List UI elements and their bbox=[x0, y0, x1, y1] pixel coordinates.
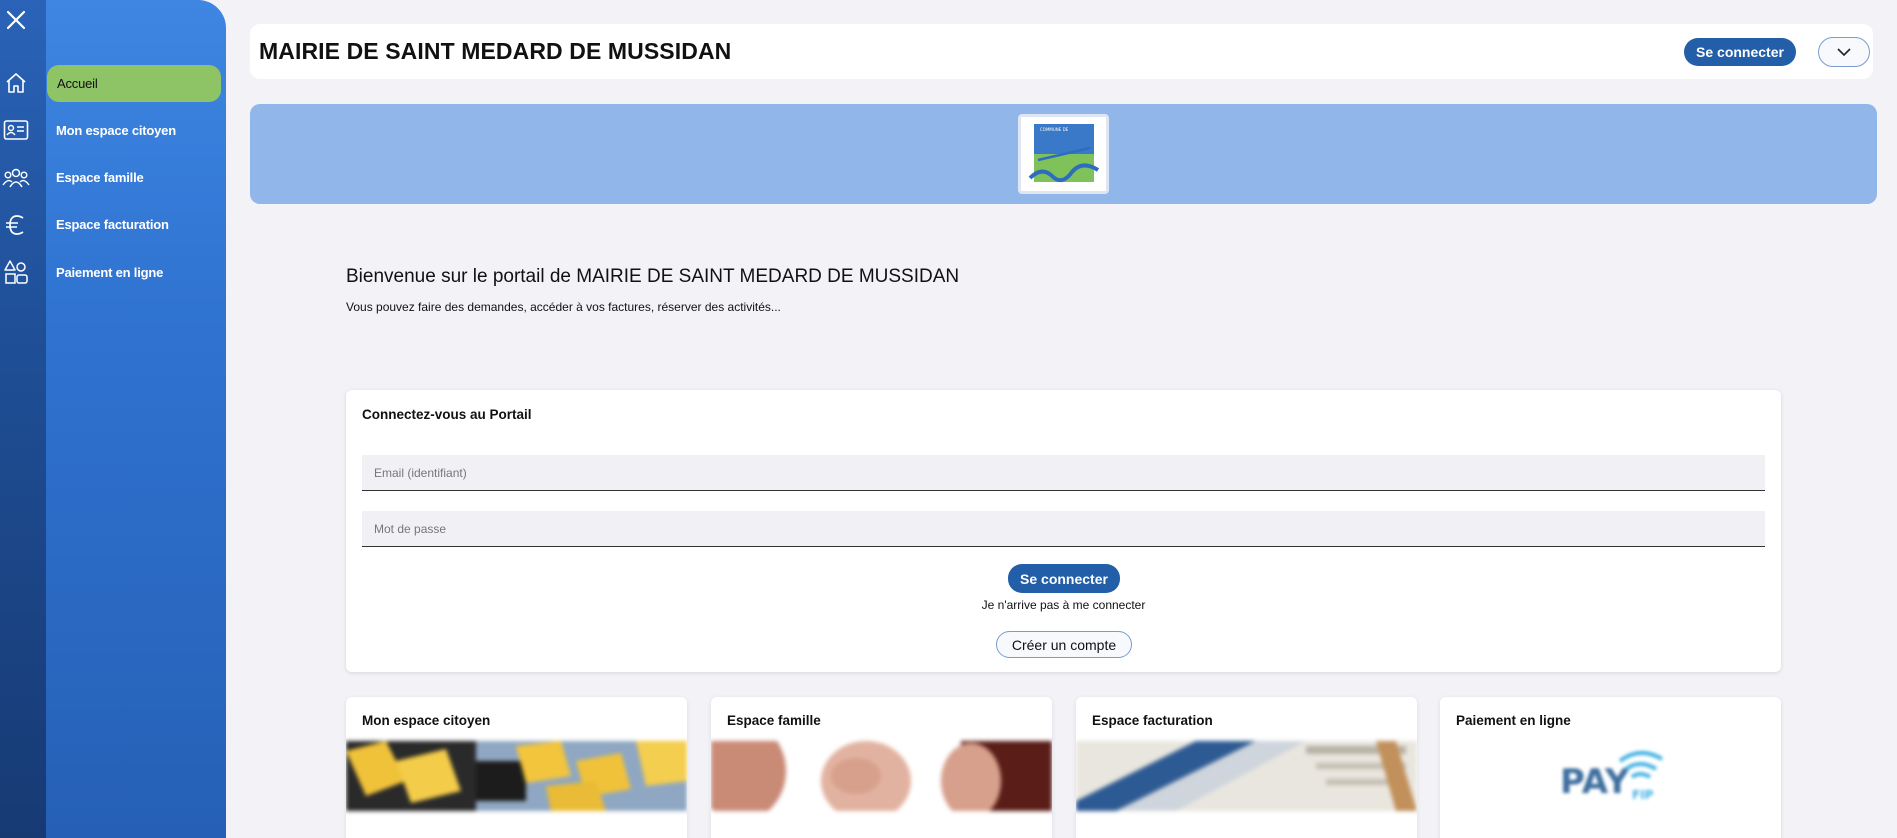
sidebar-item-label: Accueil bbox=[57, 76, 98, 91]
close-icon[interactable] bbox=[0, 4, 32, 36]
banner: COMMUNE DE bbox=[250, 104, 1877, 204]
tile-title: Espace facturation bbox=[1092, 713, 1213, 728]
sidebar-item-mon-espace-citoyen[interactable]: Mon espace citoyen bbox=[46, 112, 220, 149]
home-icon[interactable] bbox=[0, 67, 32, 99]
sidebar-item-label: Mon espace citoyen bbox=[56, 123, 176, 138]
login-card: Connectez-vous au Portail Se connecter J… bbox=[346, 390, 1781, 672]
tile-title: Espace famille bbox=[727, 713, 821, 728]
login-card-title: Connectez-vous au Portail bbox=[362, 407, 532, 422]
login-button[interactable]: Se connecter bbox=[1684, 38, 1796, 66]
tile-espace-famille[interactable]: Espace famille bbox=[711, 697, 1052, 838]
payfip-logo-icon: PAY FIP bbox=[1440, 741, 1781, 811]
tile-espace-facturation[interactable]: Espace facturation bbox=[1076, 697, 1417, 838]
sidebar-item-espace-facturation[interactable]: Espace facturation bbox=[46, 206, 220, 243]
page-title: MAIRIE DE SAINT MEDARD DE MUSSIDAN bbox=[259, 38, 732, 64]
welcome-title: Bienvenue sur le portail de MAIRIE DE SA… bbox=[346, 266, 960, 287]
municipality-logo-icon: COMMUNE DE bbox=[1018, 114, 1109, 194]
submit-login-button[interactable]: Se connecter bbox=[1008, 564, 1120, 593]
create-account-button[interactable]: Créer un compte bbox=[996, 631, 1132, 658]
euro-icon[interactable] bbox=[0, 209, 32, 241]
family-photo-image bbox=[711, 741, 1052, 811]
header-dropdown-button[interactable] bbox=[1818, 37, 1870, 67]
sidebar-icon-rail bbox=[0, 0, 46, 838]
envelopes-image bbox=[346, 741, 687, 811]
svg-text:COMMUNE DE: COMMUNE DE bbox=[1040, 127, 1069, 132]
welcome-subtitle: Vous pouvez faire des demandes, accéder … bbox=[346, 300, 781, 314]
tile-mon-espace-citoyen[interactable]: Mon espace citoyen bbox=[346, 697, 687, 838]
shapes-icon[interactable] bbox=[0, 256, 32, 288]
tile-paiement-en-ligne[interactable]: Paiement en ligne PAY FIP bbox=[1440, 697, 1781, 838]
id-card-icon[interactable] bbox=[0, 114, 32, 146]
top-header: MAIRIE DE SAINT MEDARD DE MUSSIDAN Se co… bbox=[250, 24, 1873, 79]
svg-text:PAY: PAY bbox=[1560, 762, 1630, 802]
email-field[interactable] bbox=[362, 455, 1765, 491]
chevron-down-icon bbox=[1837, 48, 1851, 57]
sidebar-nav: Accueil Mon espace citoyen Espace famill… bbox=[46, 0, 226, 838]
password-field[interactable] bbox=[362, 511, 1765, 547]
tile-title: Paiement en ligne bbox=[1456, 713, 1571, 728]
forgot-login-link[interactable]: Je n'arrive pas à me connecter bbox=[346, 598, 1781, 612]
sidebar-item-espace-famille[interactable]: Espace famille bbox=[46, 159, 220, 196]
sidebar-item-accueil[interactable]: Accueil bbox=[47, 65, 221, 102]
family-icon[interactable] bbox=[0, 162, 32, 194]
invoice-photo-image bbox=[1076, 741, 1417, 811]
tile-title: Mon espace citoyen bbox=[362, 713, 491, 728]
sidebar-item-paiement-en-ligne[interactable]: Paiement en ligne bbox=[46, 254, 220, 291]
forgot-login-label[interactable]: Je n'arrive pas à me connecter bbox=[982, 598, 1146, 612]
sidebar-item-label: Paiement en ligne bbox=[56, 265, 164, 280]
svg-text:FIP: FIP bbox=[1632, 788, 1654, 802]
sidebar-item-label: Espace famille bbox=[56, 170, 144, 185]
sidebar-item-label: Espace facturation bbox=[56, 217, 169, 232]
